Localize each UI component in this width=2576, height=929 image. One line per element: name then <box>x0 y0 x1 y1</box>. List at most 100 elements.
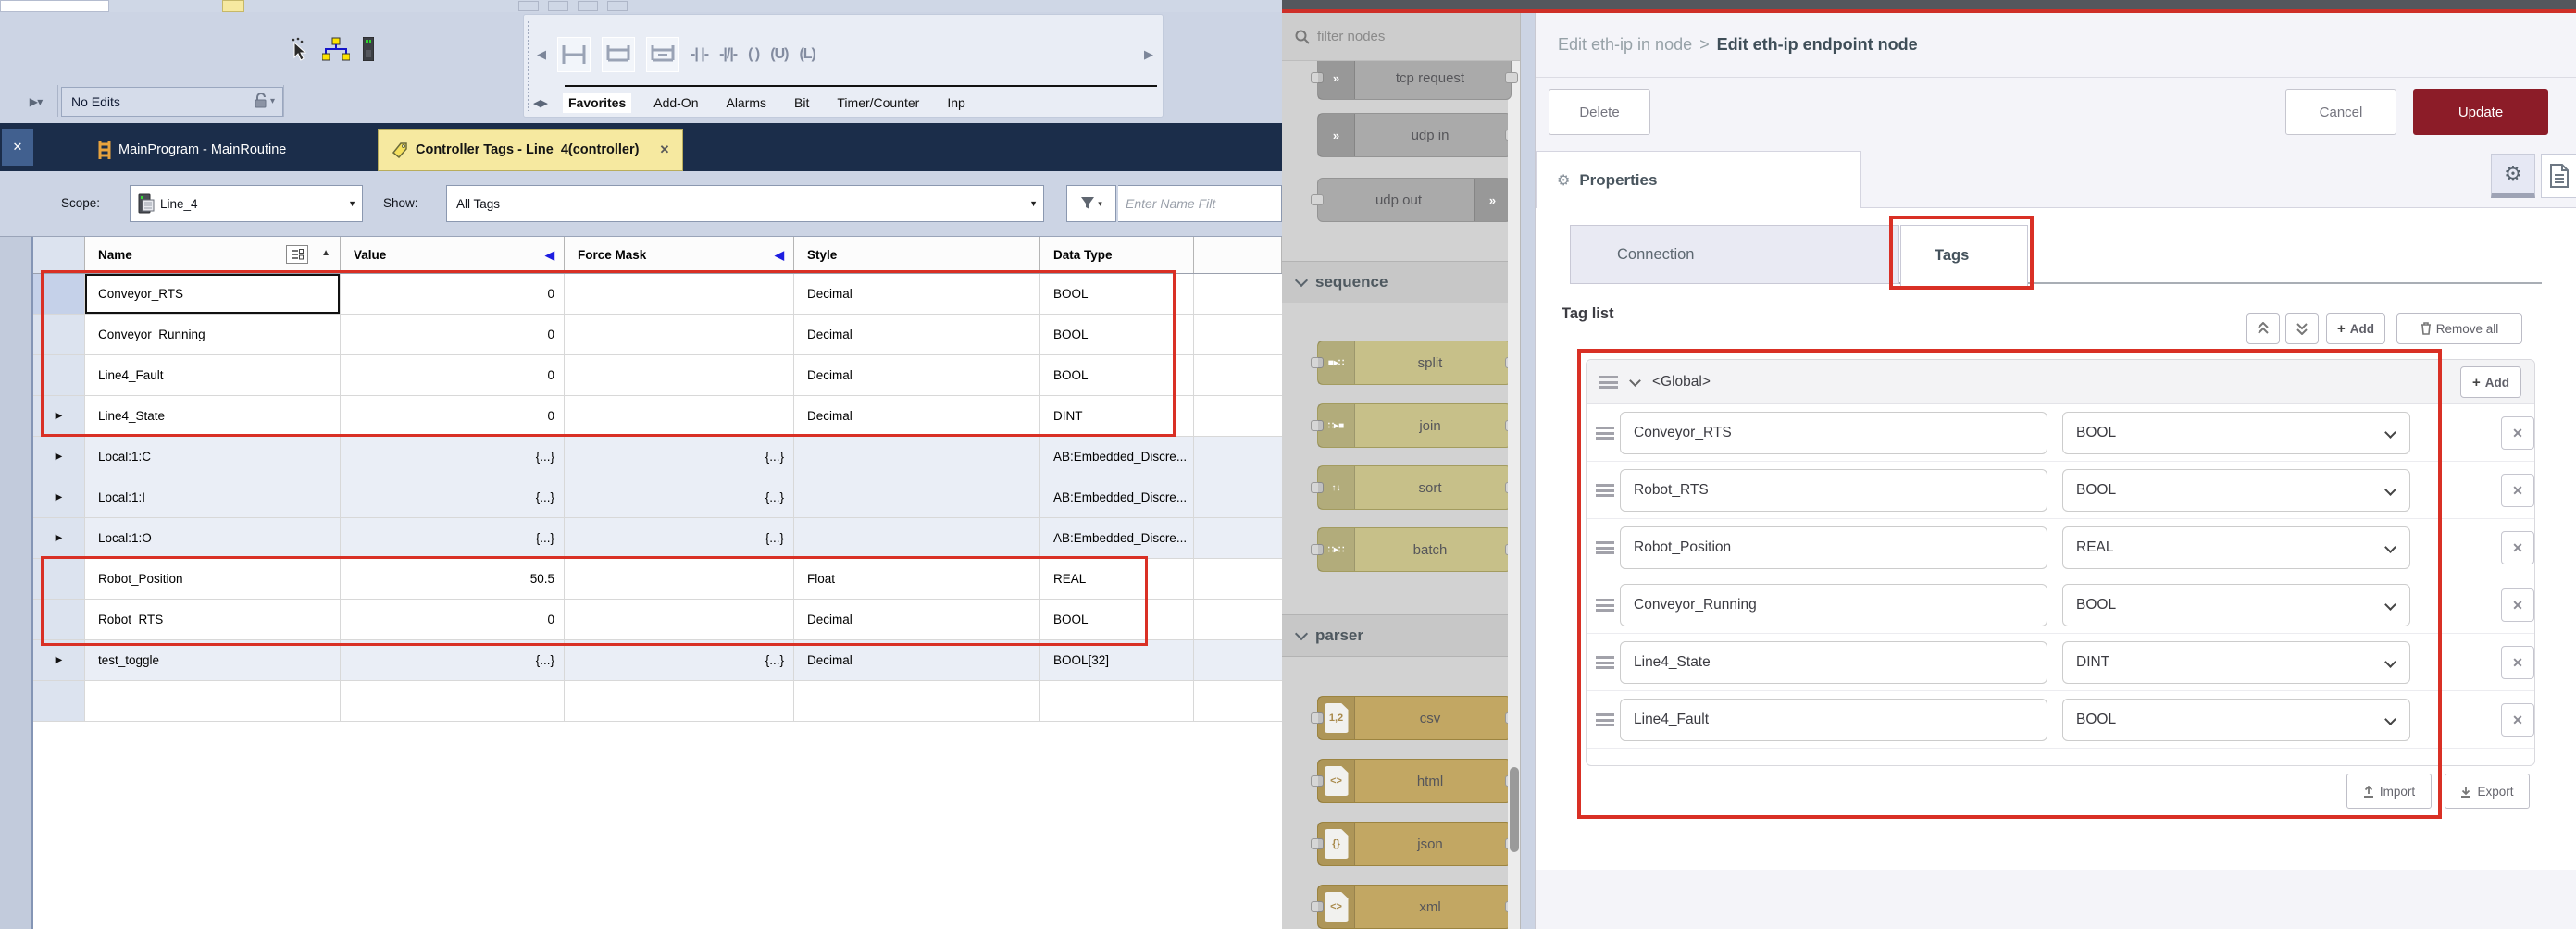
palette-node[interactable]: » udp in <box>1317 113 1512 157</box>
palette-node[interactable]: ■▸∷ split <box>1317 341 1512 385</box>
tag-type-select[interactable]: BOOL <box>2062 412 2410 454</box>
chevron-down-icon[interactable] <box>1629 375 1641 387</box>
sort-options-icon[interactable] <box>286 245 308 264</box>
drag-handle-icon[interactable] <box>1596 541 1614 554</box>
palette-node[interactable]: ∷▸■ join <box>1317 403 1512 448</box>
breadcrumb-parent[interactable]: Edit eth-ip in node <box>1558 35 1692 55</box>
expand-arrow-icon[interactable] <box>56 533 63 543</box>
row-indicator-cell[interactable] <box>33 600 85 640</box>
tag-grid-row[interactable]: Conveyor_RTS 0 Decimal BOOL <box>33 274 1282 315</box>
tag-data-type-cell[interactable]: BOOL <box>1040 355 1194 396</box>
export-button[interactable]: Export <box>2445 774 2530 809</box>
empty-new-tag-row[interactable] <box>33 681 1282 722</box>
drag-handle-icon[interactable] <box>1596 713 1614 726</box>
tag-type-select[interactable]: BOOL <box>2062 699 2410 741</box>
pointer-select-icon[interactable] <box>289 37 309 61</box>
tag-name-input[interactable]: Line4_Fault <box>1620 699 2047 741</box>
col-header-style[interactable]: Style <box>794 237 1040 273</box>
palette-node[interactable]: {} json <box>1317 822 1512 866</box>
tag-name-input[interactable]: Conveyor_Running <box>1620 584 2047 626</box>
tag-force-mask-cell[interactable]: {...} <box>565 640 794 681</box>
tag-data-type-cell[interactable]: AB:Embedded_Discre... <box>1040 518 1194 559</box>
palette-node[interactable]: <> html <box>1317 759 1512 803</box>
properties-tab[interactable]: Properties <box>1536 151 1861 208</box>
remove-tag-button[interactable] <box>2501 646 2534 679</box>
output-port[interactable] <box>1505 72 1518 83</box>
show-dropdown[interactable]: All Tags <box>446 185 1044 222</box>
palette-node[interactable]: <> xml <box>1317 885 1512 929</box>
col-header-name[interactable]: Name <box>85 237 341 273</box>
tag-value-cell[interactable]: 0 <box>341 396 565 437</box>
branch-rung-wrap-icon[interactable] <box>646 37 679 72</box>
tag-force-mask-cell[interactable] <box>565 274 794 315</box>
expand-arrow-icon[interactable] <box>56 655 63 665</box>
row-indicator-cell[interactable] <box>33 477 85 518</box>
drag-handle-icon[interactable] <box>1596 427 1614 440</box>
tab-mainroutine[interactable]: MainProgram - MainRoutine <box>85 129 299 171</box>
tag-data-type-cell[interactable]: DINT <box>1040 396 1194 437</box>
palette-scrollbar[interactable] <box>1508 13 1520 929</box>
row-indicator-cell[interactable] <box>33 274 85 315</box>
drag-handle-icon[interactable] <box>1596 656 1614 669</box>
remove-tag-button[interactable] <box>2501 474 2534 507</box>
grid-corner-cell[interactable] <box>33 237 85 273</box>
tag-value-cell[interactable]: 0 <box>341 274 565 315</box>
sort-ascending-icon[interactable] <box>321 248 330 258</box>
tag-grid-row[interactable]: Line4_Fault 0 Decimal BOOL <box>33 355 1282 396</box>
tag-force-mask-cell[interactable] <box>565 396 794 437</box>
expand-arrow-icon[interactable] <box>56 492 63 502</box>
tag-value-cell[interactable]: 0 <box>341 355 565 396</box>
expand-arrow-icon[interactable] <box>56 411 63 421</box>
tab-controller-tags[interactable]: Controller Tags - Line_4(controller) <box>378 129 683 171</box>
scrollbar-thumb[interactable] <box>1510 767 1519 852</box>
col-header-data-type[interactable]: Data Type <box>1040 237 1194 273</box>
edit-properties-icon-button[interactable] <box>2491 154 2535 198</box>
expand-arrow-icon[interactable] <box>56 452 63 462</box>
branch-rung-icon[interactable] <box>602 37 635 72</box>
input-port[interactable] <box>1311 194 1324 205</box>
tag-grid-row[interactable]: Robot_RTS 0 Decimal BOOL <box>33 600 1282 640</box>
tag-data-type-cell[interactable]: AB:Embedded_Discre... <box>1040 477 1194 518</box>
tag-value-cell[interactable]: 0 <box>341 600 565 640</box>
tag-type-select[interactable]: DINT <box>2062 641 2410 684</box>
tag-name-cell[interactable]: Line4_State <box>85 396 341 437</box>
instruction-tab[interactable]: Inp <box>941 93 970 113</box>
name-filter-input[interactable] <box>1118 185 1282 222</box>
tag-name-input[interactable]: Robot_Position <box>1620 526 2047 569</box>
tag-grid-row[interactable]: Robot_Position 50.5 Float REAL <box>33 559 1282 600</box>
row-indicator-cell[interactable] <box>33 396 85 437</box>
tag-name-input[interactable]: Line4_State <box>1620 641 2047 684</box>
tab-tags[interactable]: Tags <box>1900 225 2028 286</box>
tag-data-type-cell[interactable]: BOOL <box>1040 315 1194 355</box>
tag-value-cell[interactable]: 50.5 <box>341 559 565 600</box>
tag-style-cell[interactable]: Decimal <box>794 600 1040 640</box>
tag-grid-row[interactable]: Local:1:O {...} {...} AB:Embedded_Discre… <box>33 518 1282 559</box>
tag-force-mask-cell[interactable]: {...} <box>565 518 794 559</box>
add-tag-button[interactable]: Add <box>2326 313 2385 344</box>
plc-top-toolbar-button[interactable] <box>518 1 539 11</box>
rung-edit-dropdown[interactable] <box>19 88 52 116</box>
remove-tag-button[interactable] <box>2501 531 2534 564</box>
tag-name-cell[interactable]: Local:1:I <box>85 477 341 518</box>
close-pane-icon[interactable] <box>2 129 33 166</box>
close-tab-icon[interactable] <box>659 142 669 157</box>
tag-style-cell[interactable] <box>794 437 1040 477</box>
tag-name-cell[interactable]: Robot_RTS <box>85 600 341 640</box>
tag-type-select[interactable]: BOOL <box>2062 469 2410 512</box>
tabs-scroll-left-icon[interactable]: ◀ ▶ <box>533 97 546 109</box>
tag-data-type-cell[interactable]: BOOL[32] <box>1040 640 1194 681</box>
row-indicator-cell[interactable] <box>33 437 85 477</box>
tag-style-cell[interactable]: Decimal <box>794 640 1040 681</box>
instruction-tab[interactable]: Add-On <box>648 93 703 113</box>
plc-top-toolbar-button[interactable] <box>578 1 598 11</box>
tag-force-mask-cell[interactable] <box>565 559 794 600</box>
drag-handle-icon[interactable] <box>1596 484 1614 497</box>
monitor-arrow-icon[interactable] <box>775 248 784 263</box>
tag-force-mask-cell[interactable] <box>565 355 794 396</box>
tag-grid-row[interactable]: test_toggle {...} {...} Decimal BOOL[32] <box>33 640 1282 681</box>
palette-node[interactable]: » tcp request <box>1317 56 1512 100</box>
tag-force-mask-cell[interactable]: {...} <box>565 477 794 518</box>
row-indicator-cell[interactable] <box>33 518 85 559</box>
update-button[interactable]: Update <box>2413 89 2548 135</box>
palette-search[interactable] <box>1282 13 1520 61</box>
